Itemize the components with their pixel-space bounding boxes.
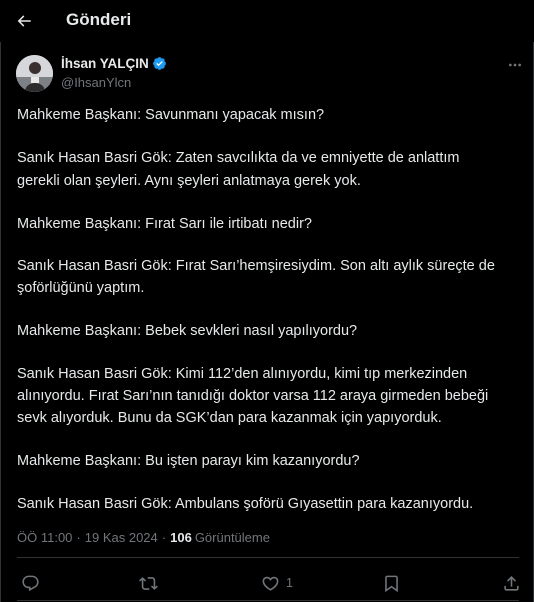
reply-button[interactable]	[21, 571, 40, 595]
back-arrow-icon	[17, 15, 31, 27]
page-title: Gönderi	[66, 10, 132, 29]
divider	[17, 557, 519, 558]
like-icon	[262, 576, 279, 591]
tweet-text-line: Sanık Hasan Basri Gök: Kimi 112’den alın…	[17, 366, 468, 382]
author-name[interactable]: İhsan YALÇIN	[61, 56, 149, 71]
author-handle[interactable]: @IhsanYlcn	[61, 75, 131, 90]
reply-icon	[22, 575, 39, 591]
share-icon	[504, 575, 519, 591]
tweet-text-line: şoförlüğünü yaptım.	[17, 280, 145, 296]
tweet-date[interactable]: 19 Kas 2024	[85, 530, 158, 545]
like-count: 1	[286, 576, 293, 590]
retweet-button[interactable]	[139, 571, 158, 595]
bookmark-button[interactable]	[382, 571, 401, 595]
tweet-text-line: Mahkeme Başkanı: Bebek sevkleri nasıl ya…	[17, 323, 358, 339]
share-button[interactable]	[502, 571, 521, 595]
tweet-text-line: Mahkeme Başkanı: Savunmanı yapacak mısın…	[17, 107, 325, 123]
tweet-text-line: alınıyordu. Fırat Sarı’nın tanıdığı dokt…	[17, 388, 489, 404]
top-bar: Gönderi	[0, 0, 534, 42]
bookmark-icon	[385, 575, 398, 592]
profile-photo	[16, 55, 53, 92]
meta-separator: ·	[161, 530, 167, 545]
tweet-text-line: Sanık Hasan Basri Gök: Fırat Sarı’hemşir…	[17, 258, 495, 274]
tweet-time[interactable]: ÖÖ 11:00	[17, 530, 72, 545]
action-bar: 1	[1, 567, 534, 597]
avatar[interactable]	[16, 55, 53, 92]
tweet-text-line: Mahkeme Başkanı: Bu işten parayı kim kaz…	[17, 453, 360, 469]
tweet: İhsan YALÇIN @IhsanYlcn Mahkeme Başkanı:…	[0, 42, 534, 602]
tweet-text-line: sevk alıyorduk. Bunu da SGK’dan para kaz…	[17, 410, 442, 426]
like-button[interactable]: 1	[261, 571, 293, 595]
tweet-meta: ÖÖ 11:00 · 19 Kas 2024 · 106 Görüntüleme	[17, 530, 270, 545]
back-button[interactable]	[10, 7, 38, 35]
meta-separator: ·	[76, 530, 81, 545]
tweet-text-line: Sanık Hasan Basri Gök: Ambulans şoförü G…	[17, 496, 474, 512]
more-icon	[509, 63, 521, 67]
tweet-text-line: Sanık Hasan Basri Gök: Zaten savcılıkta …	[17, 150, 460, 166]
views-count: 106	[170, 530, 192, 545]
divider	[17, 600, 519, 601]
verified-badge-icon	[152, 56, 167, 71]
retweet-icon	[139, 576, 158, 590]
tweet-text-line: Mahkeme Başkanı: Fırat Sarı ile irtibatı…	[17, 216, 312, 232]
more-button[interactable]	[503, 55, 527, 75]
tweet-text-line: gerekli olan şeyleri. Aynı şeyleri anlat…	[17, 173, 361, 189]
views-label: Görüntüleme	[194, 530, 270, 545]
author-name-row: İhsan YALÇIN	[61, 56, 167, 71]
